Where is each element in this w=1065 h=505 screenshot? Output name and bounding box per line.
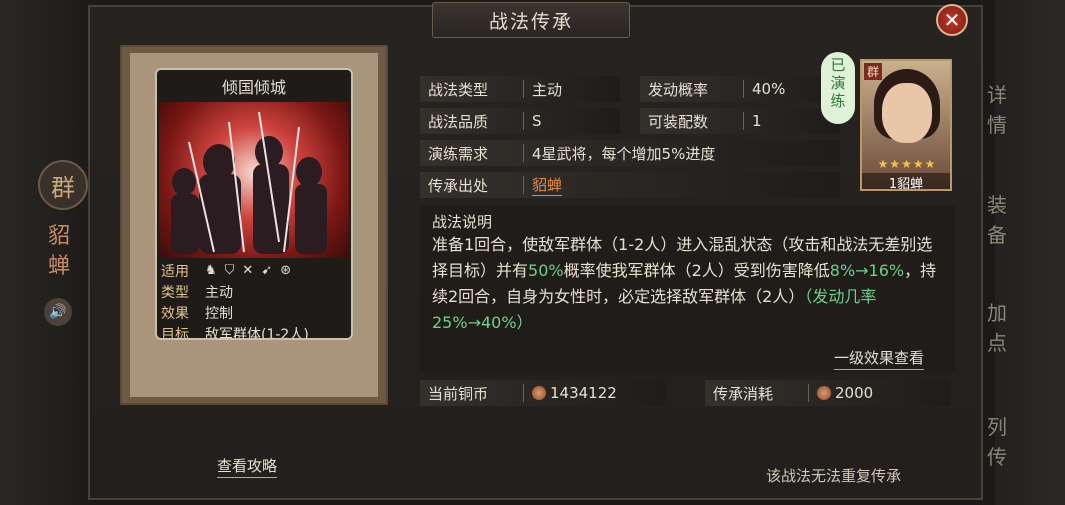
description-text: 准备1回合，使敌军群体（1-2人）进入混乱状态（攻击和战法无差别选择目标）并有5… [432, 232, 947, 336]
copper-coin-icon [817, 386, 831, 400]
info-row-type: 战法类型 主动 [420, 76, 562, 102]
footer-note: 该战法无法重复传承 [766, 467, 902, 485]
source-hero-link[interactable]: 貂蝉 [532, 174, 563, 196]
info-label: 战法类型 [428, 80, 489, 99]
copper-coin-icon [532, 386, 546, 400]
level-effect-link[interactable]: 一级效果查看 [834, 347, 925, 370]
coins-label: 当前铜币 [428, 384, 489, 403]
hero-faction-tag: 群 [864, 63, 883, 80]
wheel-icon: ⊛ [280, 263, 292, 278]
shield-icon: ⛉ [224, 263, 235, 278]
skill-card-meta: 适用 ♞ ⛉ ✕ ➹ ⊛ 类型 主动 效果 控制 目标 敌军群体(1-2人) [161, 260, 347, 340]
spear-icon: ➹ [261, 263, 273, 278]
info-value: 4星武将，每个增加5%进度 [532, 144, 716, 163]
separator [743, 80, 744, 98]
separator [808, 384, 809, 402]
info-row-probability: 发动概率 40% [640, 76, 785, 102]
tab-points-label: 加点 [987, 301, 1007, 355]
tab-biography[interactable]: 列传 [980, 412, 1014, 472]
info-label: 演练需求 [428, 144, 489, 163]
dialog-title: 战法传承 [432, 2, 630, 38]
info-row-requirement: 演练需求 4星武将，每个增加5%进度 [420, 140, 715, 166]
hero-portrait[interactable]: 群 ★★★★★ 1貂蝉 [860, 59, 952, 191]
cost-label: 传承消耗 [713, 384, 774, 403]
skill-card: 倾国倾城 适用 ♞ ⛉ ✕ ➹ ⊛ 类型 主动 效果 控制 目标 敌军群体(1-… [155, 68, 353, 340]
skill-card-title: 倾国倾城 [221, 78, 286, 97]
meta-key: 类型 [161, 284, 189, 301]
speaker-icon[interactable]: 🔊 [44, 298, 72, 326]
tab-points[interactable]: 加点 [980, 298, 1014, 358]
practiced-badge-text: 已演练 [830, 56, 846, 110]
info-label: 发动概率 [648, 80, 709, 99]
separator [523, 80, 524, 98]
separator [523, 384, 524, 402]
currency-row-coins: 当前铜币 1434122 [420, 380, 617, 406]
meta-value: 敌军群体(1-2人) [205, 326, 309, 340]
hero-face [882, 83, 932, 143]
info-row-equip-count: 可装配数 1 [640, 108, 762, 134]
meta-key: 效果 [161, 305, 189, 322]
info-value: 1 [752, 112, 762, 130]
meta-key: 适用 [161, 263, 189, 280]
meta-value: 控制 [205, 305, 233, 322]
info-value: 主动 [532, 80, 563, 99]
separator [523, 112, 524, 130]
left-hero-name-text: 貂 蝉 [47, 224, 70, 279]
close-button[interactable]: ✕ [936, 4, 968, 36]
meta-row-terrain: 适用 ♞ ⛉ ✕ ➹ ⊛ [161, 260, 347, 281]
separator [523, 176, 524, 194]
meta-value: 主动 [205, 284, 233, 301]
info-row-source: 传承出处 貂蝉 [420, 172, 563, 198]
tab-details[interactable]: 详情 [980, 80, 1014, 140]
description-highlight: 8%→16% [829, 261, 905, 280]
meta-key: 目标 [161, 326, 189, 340]
description-highlight: 50% [528, 261, 564, 280]
tab-equipment-label: 装备 [987, 193, 1007, 247]
meta-row-effect: 效果 控制 [161, 302, 347, 323]
description-heading: 战法说明 [432, 213, 493, 231]
description-part: 概率使我军群体（2人）受到伤害降低 [563, 261, 830, 280]
cost-value: 2000 [835, 384, 874, 402]
hero-stars: ★★★★★ [877, 157, 937, 171]
left-hero-name: 貂 蝉 [44, 222, 74, 282]
info-label: 战法品质 [428, 112, 489, 131]
tab-biography-label: 列传 [987, 415, 1007, 469]
soldiers-silhouette-art [171, 111, 327, 254]
separator [743, 112, 744, 130]
info-row-quality: 战法品质 S [420, 108, 542, 134]
tab-details-label: 详情 [987, 83, 1007, 137]
view-strategy-link[interactable]: 查看攻略 [217, 455, 278, 478]
tab-equipment[interactable]: 装备 [980, 190, 1014, 250]
info-label: 传承出处 [428, 176, 489, 195]
meta-row-type: 类型 主动 [161, 281, 347, 302]
cavalry-icon: ♞ [205, 263, 217, 278]
skill-card-art [159, 102, 349, 258]
practiced-badge: 已演练 [821, 52, 855, 124]
info-value: S [532, 112, 542, 130]
meta-row-target: 目标 敌军群体(1-2人) [161, 323, 347, 340]
unit-type-icons: ♞ ⛉ ✕ ➹ ⊛ [205, 263, 291, 278]
currency-row-cost: 传承消耗 2000 [705, 380, 873, 406]
info-label: 可装配数 [648, 112, 709, 131]
hero-name: 1貂蝉 [862, 173, 950, 189]
bow-icon: ✕ [242, 263, 254, 278]
coins-value: 1434122 [550, 384, 617, 402]
separator [523, 144, 524, 162]
info-value: 40% [752, 80, 786, 98]
faction-badge: 群 [38, 160, 88, 210]
